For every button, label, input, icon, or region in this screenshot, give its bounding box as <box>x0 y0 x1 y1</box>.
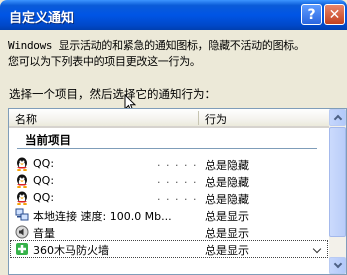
firewall-icon <box>16 243 28 255</box>
scroll-up-button[interactable] <box>329 109 346 126</box>
item-name-obscured: . . . . . <box>157 190 198 203</box>
network-icon <box>15 208 29 221</box>
notification-items-list[interactable]: 名称 行为 当前项目 QQ: . . . . . 总是隐藏 QQ: . . . … <box>8 108 347 275</box>
list-item-selected[interactable]: 360木马防火墙 总是显示 <box>9 240 329 258</box>
item-behavior: 总是显示 <box>205 210 249 223</box>
item-name: 360木马防火墙 <box>33 244 109 257</box>
arrow-up-icon <box>333 114 343 124</box>
item-name: QQ: <box>33 191 55 204</box>
title-bar[interactable]: 自定义通知 ? ✕ <box>0 0 347 30</box>
item-name-obscured: . . . . . <box>157 156 198 169</box>
item-behavior: 总是隐藏 <box>205 176 249 189</box>
list-item[interactable]: QQ: . . . . . 总是隐藏 <box>9 173 329 189</box>
item-name: 音量 <box>33 227 55 240</box>
qq-penguin-icon <box>17 174 27 188</box>
list-item[interactable]: QQ: . . . . . 总是隐藏 <box>9 190 329 206</box>
list-item[interactable]: QQ: . . . . . 总是隐藏 <box>9 156 329 172</box>
group-header-current-items: 当前项目 <box>9 130 329 149</box>
close-button[interactable]: ✕ <box>324 4 345 25</box>
vertical-scrollbar[interactable] <box>329 109 346 274</box>
window-title: 自定义通知 <box>9 11 75 26</box>
group-label: 当前项目 <box>25 133 71 147</box>
group-divider <box>17 148 317 149</box>
qq-penguin-icon <box>17 157 27 171</box>
item-behavior: 总是隐藏 <box>205 193 249 206</box>
list-header: 名称 行为 <box>9 109 329 128</box>
item-name: QQ: <box>33 157 55 170</box>
instruction-label: 选择一个项目，然后选择它的通知行为： <box>9 87 216 101</box>
arrow-down-icon <box>333 259 343 269</box>
item-behavior: 总是显示 <box>205 227 249 240</box>
scroll-thumb[interactable] <box>329 127 346 237</box>
qq-penguin-icon <box>17 191 27 205</box>
item-name-obscured: . . . . . <box>157 173 198 186</box>
description-line-1: Windows 显示活动的和紧急的通知图标，隐藏不活动的图标。 <box>8 39 305 52</box>
item-behavior: 总是隐藏 <box>205 159 249 172</box>
item-name: QQ: <box>33 174 55 187</box>
item-name: 本地连接 速度: 100.0 Mb... <box>33 210 172 223</box>
item-behavior: 总是显示 <box>205 244 249 257</box>
description-line-2: 您可以为下列表中的项目更改这一行为。 <box>8 55 201 68</box>
column-separator[interactable] <box>198 111 199 125</box>
description-text: Windows 显示活动的和紧急的通知图标，隐藏不活动的图标。 您可以为下列表中… <box>8 38 344 70</box>
scroll-down-button[interactable] <box>329 257 346 274</box>
column-header-behavior[interactable]: 行为 <box>205 111 227 127</box>
list-item[interactable]: 本地连接 速度: 100.0 Mb... 总是显示 <box>9 207 329 223</box>
column-header-name[interactable]: 名称 <box>15 111 37 127</box>
help-button[interactable]: ? <box>301 4 322 25</box>
volume-icon <box>15 225 29 239</box>
list-item[interactable]: 音量 总是显示 <box>9 224 329 240</box>
